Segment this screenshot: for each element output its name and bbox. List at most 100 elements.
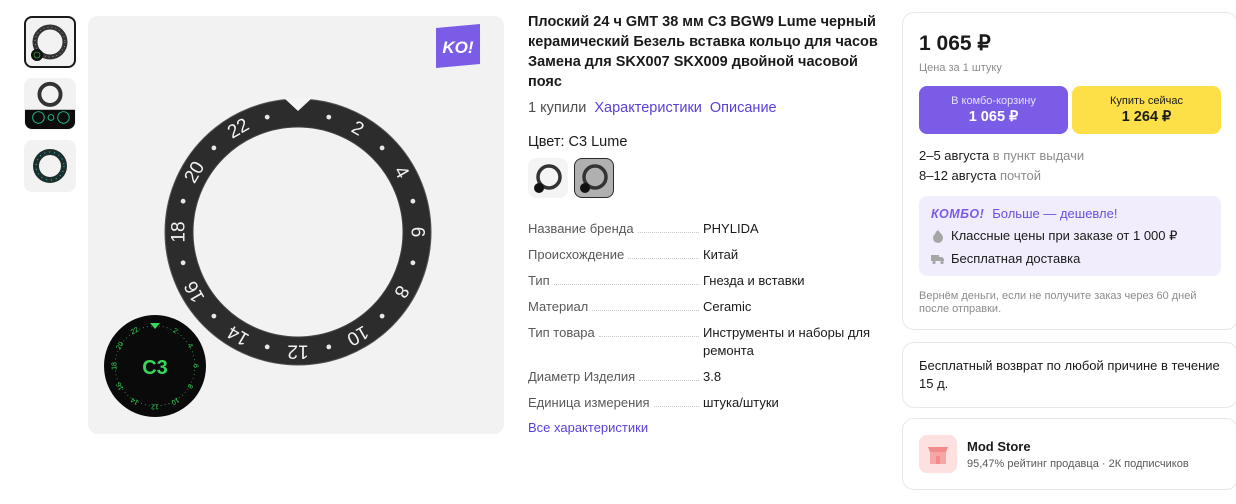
spec-value: Гнезда и вставки <box>703 273 805 288</box>
bezel-lume-thumb-icon <box>25 81 75 129</box>
bezel-dot <box>211 313 217 319</box>
swatch-bezel-lume-icon <box>580 164 608 193</box>
spec-key-cell: Тип <box>528 272 703 290</box>
delivery-option-post: 8–12 августа почтой <box>919 166 1221 186</box>
spec-key: Единица измерения <box>528 394 654 412</box>
description-link[interactable]: Описание <box>710 100 777 116</box>
product-page: 2 4 6 8 10 12 14 16 18 20 22 2 4 6 8 10 12 14 16 18 20 22 C3… <box>0 0 1236 504</box>
delivery-date: 8–12 августа <box>919 168 997 183</box>
bezel-dot <box>264 114 270 120</box>
spec-key: Название бренда <box>528 220 638 238</box>
delivery-method: почтой <box>999 168 1041 183</box>
bezel-numeral: 18 <box>169 221 190 242</box>
spec-key: Происхождение <box>528 246 629 264</box>
lume-label: C3 <box>142 357 168 379</box>
buy-button-price: 1 264 ₽ <box>1121 109 1172 125</box>
color-swatch-2[interactable] <box>574 158 614 198</box>
spec-key: Тип товара <box>528 324 599 342</box>
add-to-combo-button[interactable]: В комбо-корзину 1 065 ₽ <box>919 86 1068 134</box>
delivery-info: 2–5 августа в пункт выдачи 8–12 августа … <box>919 146 1221 186</box>
spec-row: Материал Ceramic <box>528 298 878 316</box>
spec-leader <box>637 220 699 233</box>
bezel-dot <box>211 145 217 151</box>
spec-leader <box>553 272 699 285</box>
lume-numeral: 6 <box>192 364 199 368</box>
spec-key-cell: Материал <box>528 298 703 316</box>
spec-key-cell: Единица измерения <box>528 394 703 412</box>
swatch-bezel-icon <box>534 164 562 193</box>
combo-promo[interactable]: КОМБО! Больше — дешевле! Классные цены п… <box>919 196 1221 276</box>
delivery-method: в пункт выдачи <box>992 148 1085 163</box>
price-subtitle: Цена за 1 штуку <box>919 62 1002 74</box>
spec-value: Инструменты и наборы для ремонта <box>703 325 871 358</box>
bezel-dot <box>410 260 416 266</box>
combo-headline: Больше — дешевле! <box>992 206 1118 221</box>
specs-link[interactable]: Характеристики <box>594 100 702 116</box>
color-swatch-1[interactable] <box>528 158 568 198</box>
store-meta: 95,47% рейтинг продавца · 2К подписчиков <box>967 457 1189 470</box>
bezel-image: 246810121416182022 246810121416182022 C3 <box>104 98 432 417</box>
all-specs-link[interactable]: Все характеристики <box>528 420 878 435</box>
ko-badge-icon: KO! <box>436 24 480 68</box>
spec-key: Диаметр Изделия <box>528 368 640 386</box>
spec-leader <box>639 368 699 381</box>
spec-key: Материал <box>528 298 593 316</box>
spec-key: Тип <box>528 272 554 290</box>
spec-row: Единица измерения штука/штуки <box>528 394 878 412</box>
spec-leader <box>628 246 699 259</box>
bezel-dot <box>379 313 385 319</box>
main-product-image[interactable]: 2 4 6 8 10 12 14 16 18 20 22 2 4 6 8 10 12 14 16 18 20 22 C3… <box>88 16 504 434</box>
spec-row: Тип Гнезда и вставки <box>528 272 878 290</box>
bought-count: 1 купили <box>528 100 587 116</box>
bezel-dot <box>326 344 332 350</box>
delivery-date: 2–5 августа <box>919 148 990 163</box>
store-name: Mod Store <box>967 438 1031 454</box>
bezel-dot <box>410 198 416 204</box>
color-swatches <box>528 158 878 198</box>
refund-note: Вернём деньги, если не получите заказ че… <box>919 290 1197 315</box>
spec-key-cell: Происхождение <box>528 246 703 264</box>
buy-card: 1 065 ₽ Цена за 1 штуку В комбо-корзину … <box>902 12 1236 330</box>
spec-leader <box>598 324 699 337</box>
thumbnail-3[interactable] <box>24 140 76 192</box>
product-links: 1 купили Характеристики Описание <box>528 100 878 116</box>
spec-value: PHYLIDA <box>703 221 759 236</box>
spec-row: Диаметр Изделия 3.8 <box>528 368 878 386</box>
buy-buttons: В комбо-корзину 1 065 ₽ Купить сейчас 1 … <box>919 86 1221 134</box>
combo-line-delivery: Бесплатная доставка <box>951 251 1081 266</box>
spec-row: Происхождение Китай <box>528 246 878 264</box>
buy-now-button[interactable]: Купить сейчас 1 264 ₽ <box>1072 86 1221 134</box>
bezel-thumb-icon <box>31 24 68 61</box>
color-label: Цвет: C3 Lume <box>528 134 628 150</box>
return-policy-card[interactable]: Бесплатный возврат по любой причине в те… <box>902 342 1236 408</box>
bezel-dot <box>180 260 186 266</box>
product-info: Плоский 24 ч GMT 38 мм C3 BGW9 Lume черн… <box>528 12 878 435</box>
spec-key-cell: Тип товара <box>528 324 703 360</box>
buy-button-label: Купить сейчас <box>1110 95 1183 107</box>
spec-row: Название бренда PHYLIDA <box>528 220 878 238</box>
fire-icon <box>931 229 945 243</box>
store-logo-icon <box>919 435 957 473</box>
store-card[interactable]: Mod Store 95,47% рейтинг продавца · 2К п… <box>902 418 1236 490</box>
bezel-dot <box>180 198 186 204</box>
spec-key-cell: Диаметр Изделия <box>528 368 703 386</box>
bezel-dot <box>264 344 270 350</box>
ko-badge-text: KO! <box>442 38 474 57</box>
combo-button-label: В комбо-корзину <box>951 95 1036 107</box>
lume-numeral: 18 <box>112 362 119 370</box>
bezel-numeral: 6 <box>407 227 428 238</box>
bezel-dot <box>326 114 332 120</box>
bezel-lume-ring-icon <box>33 149 67 183</box>
spec-value: Китай <box>703 247 739 262</box>
bezel-numeral: 12 <box>287 341 308 362</box>
thumbnail-2[interactable] <box>24 78 76 130</box>
delivery-option-pickup: 2–5 августа в пункт выдачи <box>919 146 1221 166</box>
combo-button-price: 1 065 ₽ <box>968 109 1019 125</box>
specs-table: Название бренда PHYLIDA Происхождение Китай… <box>528 220 878 412</box>
price: 1 065 ₽ <box>919 32 991 55</box>
spec-leader <box>653 394 699 407</box>
bezel-dot <box>379 145 385 151</box>
thumbnail-strip <box>24 16 80 202</box>
thumbnail-1[interactable] <box>24 16 76 68</box>
return-policy-text: Бесплатный возврат по любой причине в те… <box>919 358 1220 391</box>
